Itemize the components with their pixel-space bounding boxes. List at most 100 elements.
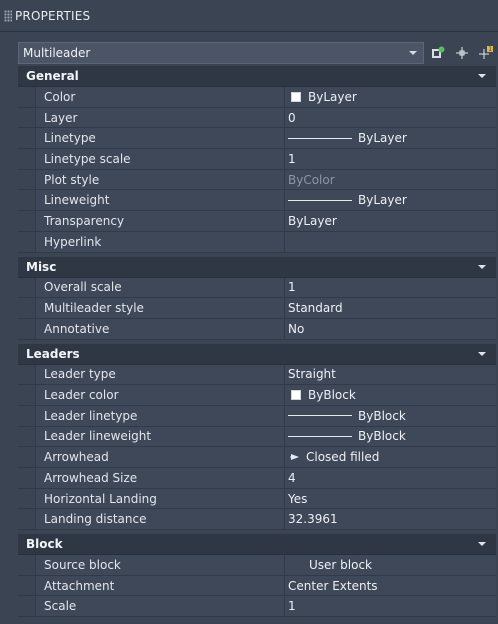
section-title: Block xyxy=(26,537,63,552)
property-value[interactable]: Straight xyxy=(285,364,496,385)
property-label: Lineweight xyxy=(36,190,285,211)
property-row-horizontal-landing[interactable]: Horizontal Landing Yes xyxy=(18,488,496,510)
property-row-linetype-scale[interactable]: Linetype scale 1 xyxy=(18,149,496,170)
section-general[interactable]: General xyxy=(18,66,496,87)
property-label: Layer xyxy=(36,107,285,128)
property-value[interactable]: ByLayer xyxy=(285,211,496,231)
property-label: Attachment xyxy=(36,575,285,596)
property-value[interactable]: 1 xyxy=(285,596,496,617)
lineweight-sample-icon xyxy=(288,199,352,201)
property-label: Landing distance xyxy=(36,509,285,530)
color-swatch-icon xyxy=(291,390,301,401)
property-value[interactable]: Standard xyxy=(285,298,496,318)
property-label: Leader linetype xyxy=(36,405,285,426)
drag-grip-icon[interactable] xyxy=(4,9,12,22)
property-value[interactable]: ByLayer xyxy=(285,87,496,107)
section-title: Misc xyxy=(26,259,57,274)
collapse-icon[interactable] xyxy=(478,542,486,547)
property-label: Source block xyxy=(36,555,285,575)
property-label: Horizontal Landing xyxy=(36,488,285,509)
object-type-dropdown[interactable]: Multileader xyxy=(18,42,424,64)
property-row-scale[interactable]: Scale 1 xyxy=(18,596,496,618)
properties-grid: General Color ByLayer Layer 0 Linetype B… xyxy=(18,66,496,618)
property-label: Arrowhead xyxy=(36,447,285,467)
property-value[interactable]: ByBlock xyxy=(285,426,496,447)
section-misc[interactable]: Misc xyxy=(18,256,496,278)
property-value[interactable]: ByBlock xyxy=(285,385,496,405)
property-row-attachment[interactable]: Attachment Center Extents xyxy=(18,575,496,597)
collapse-icon[interactable] xyxy=(478,264,486,269)
property-value[interactable]: ByBlock xyxy=(285,405,496,426)
property-value[interactable]: 1 xyxy=(285,277,496,298)
linetype-sample-icon xyxy=(288,415,352,417)
property-row-annotative[interactable]: Annotative No xyxy=(18,318,496,340)
property-row-leader-type[interactable]: Leader type Straight xyxy=(18,364,496,386)
property-row-lineweight[interactable]: Lineweight ByLayer xyxy=(18,190,496,212)
property-value[interactable]: User block xyxy=(285,555,496,575)
chevron-down-icon xyxy=(409,51,417,55)
property-row-plot-style[interactable]: Plot style ByColor xyxy=(18,169,496,191)
property-label: Annotative xyxy=(36,318,285,339)
section-title: Leaders xyxy=(26,346,80,361)
closed-filled-arrow-icon xyxy=(290,454,299,461)
property-row-leader-lineweight[interactable]: Leader lineweight ByBlock xyxy=(18,426,496,448)
property-row-source-block[interactable]: Source block User block xyxy=(18,555,496,576)
object-selector-row: Multileader 1 xyxy=(18,40,496,66)
collapse-icon[interactable] xyxy=(478,351,486,356)
property-label: Hyperlink xyxy=(36,231,285,252)
property-value[interactable]: Yes xyxy=(285,488,496,509)
property-row-hyperlink[interactable]: Hyperlink xyxy=(18,231,496,253)
section-title: General xyxy=(26,69,79,83)
object-type-value: Multileader xyxy=(23,46,91,60)
property-label: Linetype scale xyxy=(36,149,285,169)
palette-titlebar[interactable]: PROPERTIES xyxy=(0,0,498,32)
property-value[interactable]: No xyxy=(285,318,496,339)
property-row-linetype[interactable]: Linetype ByLayer xyxy=(18,128,496,150)
property-value[interactable]: Center Extents xyxy=(285,575,496,596)
property-row-multileader-style[interactable]: Multileader style Standard xyxy=(18,298,496,319)
lineweight-sample-icon xyxy=(288,435,352,437)
property-row-overall-scale[interactable]: Overall scale 1 xyxy=(18,277,496,299)
collapse-icon[interactable] xyxy=(478,74,486,78)
property-row-leader-color[interactable]: Leader color ByBlock xyxy=(18,385,496,406)
property-value[interactable]: 1 xyxy=(285,149,496,169)
property-row-arrowhead[interactable]: Arrowhead Closed filled xyxy=(18,447,496,468)
property-row-arrowhead-size[interactable]: Arrowhead Size 4 xyxy=(18,468,496,489)
svg-text:1: 1 xyxy=(488,46,492,53)
property-label: Arrowhead Size xyxy=(36,468,285,488)
linetype-sample-icon xyxy=(288,137,352,139)
property-label: Color xyxy=(36,87,285,107)
property-label: Leader type xyxy=(36,364,285,385)
property-value[interactable]: 4 xyxy=(285,468,496,488)
property-value[interactable]: Closed filled xyxy=(285,447,496,467)
property-label: Linetype xyxy=(36,128,285,149)
toggle-pickadd-icon: 1 xyxy=(479,46,493,59)
property-value[interactable] xyxy=(285,231,496,252)
property-value[interactable]: 0 xyxy=(285,107,496,128)
section-leaders[interactable]: Leaders xyxy=(18,343,496,365)
property-label: Transparency xyxy=(36,211,285,231)
toggle-pickadd-button[interactable]: 1 xyxy=(476,43,496,63)
property-row-landing-distance[interactable]: Landing distance 32.3961 xyxy=(18,509,496,531)
quick-select-button[interactable] xyxy=(428,43,448,63)
property-value[interactable]: 32.3961 xyxy=(285,509,496,530)
quick-select-icon xyxy=(432,46,445,58)
property-label: Leader color xyxy=(36,385,285,405)
property-label: Plot style xyxy=(36,169,285,190)
select-objects-button[interactable] xyxy=(452,43,472,63)
property-label: Leader lineweight xyxy=(36,426,285,447)
property-row-color[interactable]: Color ByLayer xyxy=(18,87,496,108)
property-label: Multileader style xyxy=(36,298,285,318)
property-label: Scale xyxy=(36,596,285,617)
palette-title: PROPERTIES xyxy=(15,8,91,23)
property-row-transparency[interactable]: Transparency ByLayer xyxy=(18,211,496,232)
property-row-leader-linetype[interactable]: Leader linetype ByBlock xyxy=(18,405,496,427)
property-row-layer[interactable]: Layer 0 xyxy=(18,107,496,129)
section-block[interactable]: Block xyxy=(18,534,496,556)
property-value[interactable]: ByLayer xyxy=(285,128,496,149)
property-label: Overall scale xyxy=(36,277,285,298)
color-swatch-icon xyxy=(291,91,301,102)
properties-panel: Multileader 1 General Color ByLayer Laye… xyxy=(0,32,498,624)
property-value[interactable]: ByLayer xyxy=(285,190,496,211)
select-objects-icon xyxy=(456,47,468,59)
